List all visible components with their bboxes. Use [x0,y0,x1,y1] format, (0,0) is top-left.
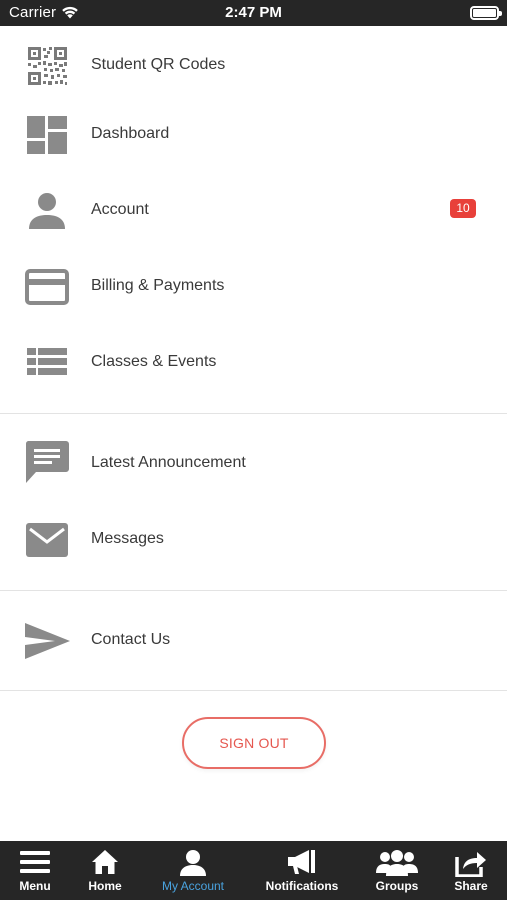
person-icon [29,193,65,229]
menu-item-label: Latest Announcement [91,454,246,471]
notification-badge: 10 [450,199,476,218]
tab-notifications[interactable]: Notifications [258,841,346,900]
dashboard-icon [27,116,67,154]
menu-item-label: Account [91,201,149,218]
menu-item-dashboard[interactable]: Dashboard [0,101,507,167]
bottom-tab-bar: Menu Home My Account Notifications Group… [0,841,507,900]
list-icon [27,348,67,375]
tab-label: My Account [161,879,225,893]
hamburger-icon [20,851,50,873]
battery-icon [470,6,502,20]
qr-code-icon [28,47,67,85]
tab-label: Menu [19,879,51,893]
section-divider [0,690,507,691]
menu-item-label: Contact Us [91,631,171,648]
section-divider [0,413,507,414]
megaphone-icon [288,850,315,874]
menu-item-label: Dashboard [91,125,170,142]
envelope-icon [26,523,68,557]
menu-item-contact-us[interactable]: Contact Us [0,607,507,673]
menu-item-latest-announcement[interactable]: Latest Announcement [0,430,507,496]
tab-my-account[interactable]: My Account [150,841,236,900]
menu-item-label: Classes & Events [91,353,217,370]
sign-out-button[interactable]: SIGN OUT [182,717,326,769]
tab-label: Notifications [265,879,339,893]
send-icon [25,623,70,659]
clock: 2:47 PM [225,4,282,21]
menu-item-label: Student QR Codes [91,56,226,73]
tab-home[interactable]: Home [74,841,136,900]
tab-share[interactable]: Share [443,841,499,900]
person-icon [180,850,206,876]
tab-groups[interactable]: Groups [367,841,427,900]
credit-card-icon [25,269,69,305]
tab-label: Groups [375,879,419,893]
tab-menu[interactable]: Menu [3,841,67,900]
group-icon [376,850,418,876]
menu-item-student-qr-codes[interactable]: Student QR Codes [0,32,507,98]
status-bar: Carrier 2:47 PM [0,0,507,26]
share-icon [455,852,486,877]
menu-item-classes-events[interactable]: Classes & Events [0,329,507,395]
tab-label: Share [454,879,488,893]
menu-item-account[interactable]: Account 10 [0,177,507,243]
section-divider [0,590,507,591]
menu-item-label: Billing & Payments [91,277,225,294]
menu-item-label: Messages [91,530,164,547]
menu-item-messages[interactable]: Messages [0,506,507,572]
home-icon [92,850,118,874]
tab-label: Home [88,879,122,893]
chat-bubble-icon [25,441,69,483]
menu-item-billing-payments[interactable]: Billing & Payments [0,253,507,319]
